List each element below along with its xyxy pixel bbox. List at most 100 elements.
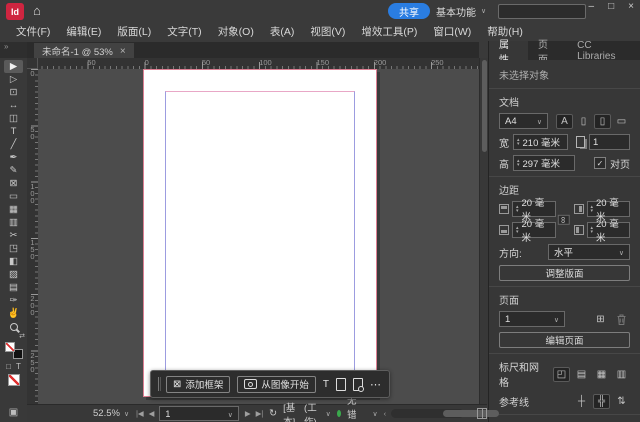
- facing-pages-checkbox[interactable]: [594, 157, 606, 169]
- swap-fill-stroke-icon[interactable]: ⇄: [19, 333, 25, 341]
- menubar-item[interactable]: 文件(F): [8, 23, 58, 42]
- menubar-item[interactable]: 对象(O): [210, 23, 262, 42]
- menubar-item[interactable]: 文字(T): [159, 23, 209, 42]
- horizontal-scrollbar[interactable]: [391, 409, 500, 418]
- edit-pages-button[interactable]: 编辑页面: [499, 332, 630, 348]
- ruler-corner-icon[interactable]: ◰: [553, 366, 570, 382]
- landscape-icon[interactable]: ▭: [613, 114, 630, 129]
- formatting-toggle[interactable]: □ T: [6, 361, 21, 372]
- apply-none-swatch[interactable]: [7, 374, 20, 386]
- rectangle-tool[interactable]: ▭: [4, 190, 23, 203]
- more-options-icon[interactable]: ⋯: [370, 378, 382, 391]
- share-button[interactable]: 共享: [388, 3, 430, 19]
- menubar-item[interactable]: 增效工具(P): [353, 23, 425, 42]
- document-page[interactable]: [143, 69, 377, 397]
- guide-options-icon[interactable]: ⇅: [613, 394, 630, 409]
- fill-stroke-swatches[interactable]: [4, 342, 23, 359]
- minimize-button[interactable]: –: [589, 1, 595, 12]
- margin-outside-field[interactable]: 20 毫米: [573, 219, 630, 244]
- new-document-icon[interactable]: [336, 377, 347, 391]
- first-page-icon[interactable]: ∣◀: [135, 409, 143, 418]
- gap-tool[interactable]: ↔: [4, 99, 23, 112]
- panel-tab-pages[interactable]: 页面: [528, 40, 567, 66]
- height-field[interactable]: 297 毫米: [513, 155, 575, 171]
- menubar-item[interactable]: 编辑(E): [58, 23, 109, 42]
- spread-view-icon[interactable]: [477, 408, 487, 419]
- panel-tab-cc-libraries[interactable]: CC Libraries: [567, 40, 640, 62]
- zoom-level-select[interactable]: 52.5%: [93, 408, 129, 419]
- vertical-scrollbar-thumb[interactable]: [482, 60, 487, 152]
- maximize-button[interactable]: □: [608, 1, 614, 12]
- add-frame-button[interactable]: ⊠ 添加框架: [166, 375, 231, 393]
- pen-tool[interactable]: ✒: [4, 151, 23, 164]
- menubar-item[interactable]: 窗口(W): [425, 23, 479, 42]
- direction-select[interactable]: 水平: [548, 244, 630, 260]
- hscroll-left-icon[interactable]: ‹: [384, 409, 386, 418]
- preflight-menu-icon[interactable]: [326, 408, 331, 419]
- current-page-select[interactable]: 1: [499, 311, 565, 327]
- type-tool-button[interactable]: T: [323, 379, 329, 390]
- margin-inside-field[interactable]: 20 毫米: [573, 198, 630, 223]
- search-input[interactable]: [498, 4, 586, 19]
- portrait-icon[interactable]: ▯: [575, 114, 592, 129]
- selection-tool[interactable]: ▶: [4, 60, 23, 73]
- hand-tool[interactable]: ✌: [4, 307, 23, 320]
- vertical-grid-tool[interactable]: ▥: [4, 216, 23, 229]
- eyedropper-tool[interactable]: ✑: [4, 294, 23, 307]
- next-page-icon[interactable]: ▶: [245, 409, 251, 418]
- menubar-item[interactable]: 表(A): [262, 23, 303, 42]
- content-collector-tool[interactable]: ◫: [4, 112, 23, 125]
- smart-guides-icon[interactable]: ╬: [593, 394, 610, 409]
- screen-mode-button[interactable]: ▣: [9, 407, 18, 418]
- width-stepper[interactable]: [517, 138, 520, 146]
- ruler-origin-corner[interactable]: [27, 58, 38, 69]
- adjust-layout-button[interactable]: 调整版面: [499, 265, 630, 281]
- portrait-active-icon[interactable]: ▯: [594, 113, 611, 129]
- horizontal-ruler[interactable]: 05005010015020025030: [27, 58, 479, 69]
- preflight-icon[interactable]: ↻: [269, 408, 277, 419]
- zoom-tool[interactable]: [4, 320, 23, 333]
- margin-bottom-field[interactable]: 20 毫米: [499, 219, 556, 244]
- delete-page-icon[interactable]: [613, 312, 630, 327]
- start-from-image-button[interactable]: 从图像开始: [237, 375, 316, 393]
- page-tool[interactable]: ⊡: [4, 86, 23, 99]
- free-transform-tool[interactable]: ◳: [4, 242, 23, 255]
- home-icon[interactable]: ⌂: [33, 3, 41, 18]
- menubar-item[interactable]: 版面(L): [109, 23, 159, 42]
- workspace-switcher[interactable]: 基本功能: [436, 3, 486, 19]
- baseline-grid-icon[interactable]: ▤: [573, 367, 590, 382]
- status-popup-icon[interactable]: [373, 408, 378, 419]
- add-page-icon[interactable]: ⊞: [592, 312, 609, 327]
- height-stepper[interactable]: [517, 159, 520, 167]
- guides-icon[interactable]: ┼: [573, 394, 590, 409]
- gradient-feather-tool[interactable]: ▨: [4, 268, 23, 281]
- page-size-select[interactable]: A4: [499, 113, 548, 129]
- previous-page-icon[interactable]: ◀: [149, 409, 155, 418]
- horizontal-grid-tool[interactable]: ▦: [4, 203, 23, 216]
- page-number-field[interactable]: 1: [159, 406, 239, 421]
- note-tool[interactable]: ▤: [4, 281, 23, 294]
- column-grid-icon[interactable]: ▥: [613, 367, 630, 382]
- drag-handle[interactable]: [158, 377, 159, 391]
- menubar-item[interactable]: 视图(V): [302, 23, 353, 42]
- close-button[interactable]: ×: [628, 1, 634, 12]
- link-margins-icon[interactable]: ∞: [557, 214, 570, 225]
- margin-top-field[interactable]: 20 毫米: [499, 198, 556, 223]
- vertical-scrollbar[interactable]: [479, 58, 488, 404]
- document-preset-icon[interactable]: A: [556, 113, 573, 129]
- gradient-swatch-tool[interactable]: ◧: [4, 255, 23, 268]
- panel-tab-properties[interactable]: 属性: [489, 40, 529, 66]
- line-tool[interactable]: ╱: [4, 138, 23, 151]
- document-options-icon[interactable]: [353, 377, 365, 392]
- vertical-ruler[interactable]: 0 50 100 150 200 250: [27, 69, 38, 404]
- document-grid-icon[interactable]: ▦: [593, 367, 610, 382]
- frame-tool[interactable]: ⊠: [4, 177, 23, 190]
- tab-close-icon[interactable]: ×: [120, 46, 126, 57]
- width-field[interactable]: 210 毫米: [513, 134, 568, 150]
- page-count-field[interactable]: 1: [588, 134, 630, 150]
- document-tab[interactable]: 未命名-1 @ 53% ×: [34, 43, 134, 59]
- last-page-icon[interactable]: ▶∣: [256, 409, 264, 418]
- type-tool[interactable]: T: [4, 125, 23, 138]
- direct-selection-tool[interactable]: ▷: [4, 73, 23, 86]
- pencil-tool[interactable]: ✎: [4, 164, 23, 177]
